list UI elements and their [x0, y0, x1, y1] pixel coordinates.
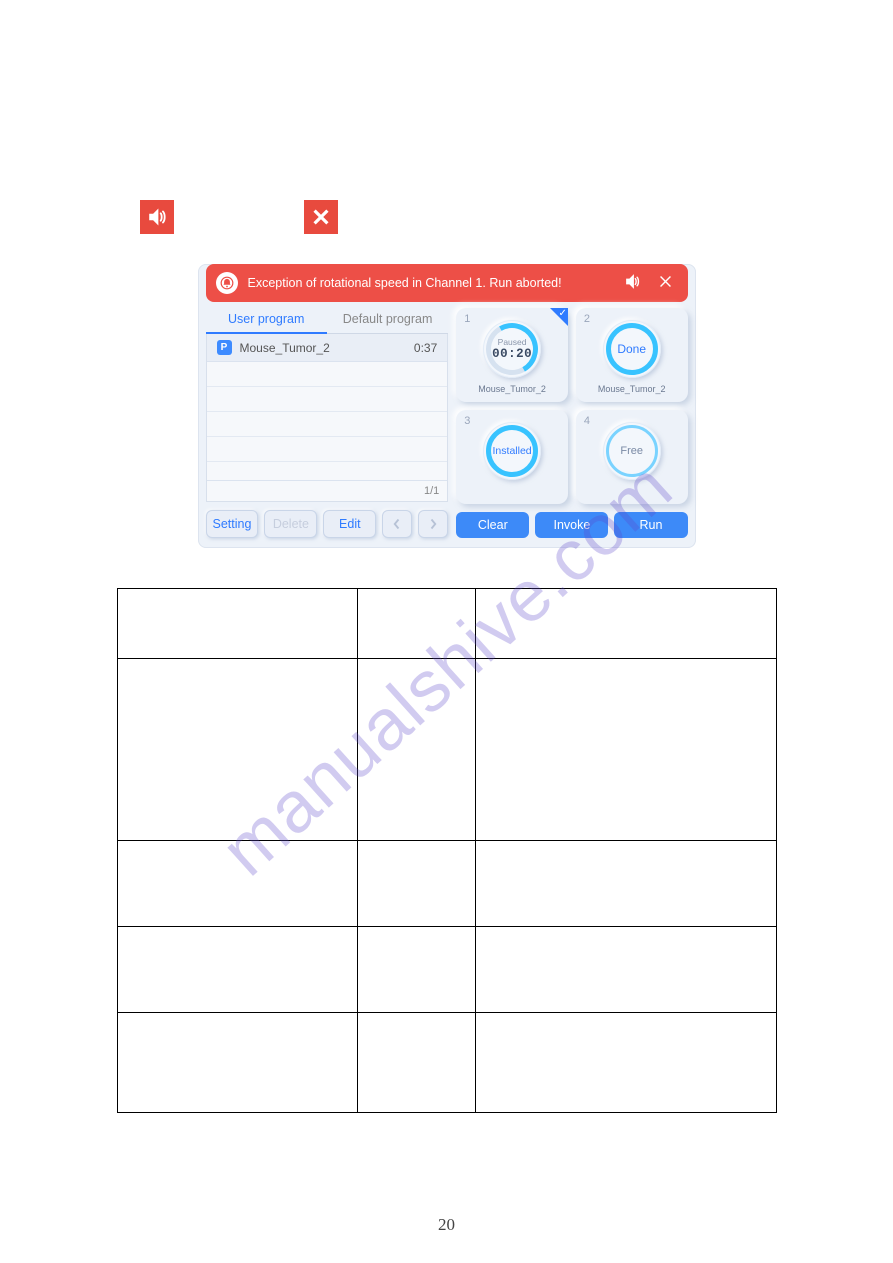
pager-label: 1/1 [207, 480, 448, 501]
channel-3-card[interactable]: 3 Installed [456, 410, 568, 504]
program-name: Mouse_Tumor_2 [240, 341, 414, 355]
channel-number: 2 [584, 313, 590, 325]
speaker-icon [140, 200, 174, 234]
setting-button[interactable]: Setting [206, 510, 259, 538]
alert-close-icon[interactable] [657, 273, 674, 293]
close-icon [304, 200, 338, 234]
invoke-button[interactable]: Invoke [535, 512, 608, 538]
device-screenshot: Exception of rotational speed in Channel… [198, 264, 696, 548]
channel-2-label: Mouse_Tumor_2 [598, 384, 666, 394]
prev-page-button[interactable] [382, 510, 412, 538]
next-page-button[interactable] [418, 510, 448, 538]
alert-mute-icon[interactable] [624, 273, 641, 293]
channel-2-card[interactable]: 2 Done Mouse_Tumor_2 [576, 308, 688, 402]
selected-check-icon [550, 308, 568, 326]
channel-1-card[interactable]: 1 Paused 00:20 Mouse_Tumor_2 [456, 308, 568, 402]
p-badge-icon: P [217, 340, 232, 355]
alert-banner: Exception of rotational speed in Channel… [206, 264, 688, 302]
channel-number: 3 [464, 415, 470, 427]
clear-button[interactable]: Clear [456, 512, 529, 538]
channel-number: 4 [584, 415, 590, 427]
channel-3-status: Installed [493, 445, 532, 457]
channel-1-time: 00:20 [492, 347, 532, 361]
program-list-item[interactable]: P Mouse_Tumor_2 0:37 [207, 334, 448, 362]
channel-4-status: Free [620, 445, 643, 457]
troubleshooting-table [117, 588, 777, 1113]
channel-1-label: Mouse_Tumor_2 [478, 384, 546, 394]
channel-1-status: Paused [498, 337, 527, 347]
alert-message: Exception of rotational speed in Channel… [248, 276, 562, 290]
tab-default-program[interactable]: Default program [327, 308, 448, 334]
alert-icon [216, 272, 238, 294]
page-number: 20 [0, 1215, 893, 1235]
delete-button[interactable]: Delete [264, 510, 317, 538]
channel-2-status: Done [617, 342, 646, 356]
channel-number: 1 [464, 313, 470, 325]
run-button[interactable]: Run [614, 512, 687, 538]
channel-4-card[interactable]: 4 Free [576, 410, 688, 504]
program-time: 0:37 [414, 341, 437, 355]
edit-button[interactable]: Edit [323, 510, 376, 538]
tab-user-program[interactable]: User program [206, 308, 327, 334]
